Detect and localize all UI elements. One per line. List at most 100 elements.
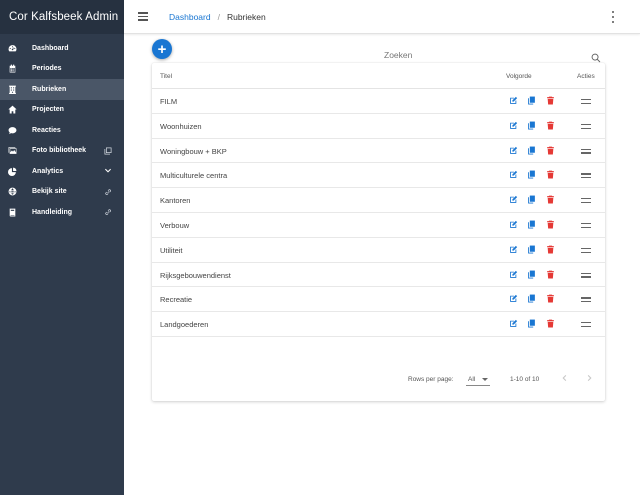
delete-icon[interactable] [546, 294, 555, 303]
chevron-left-icon[interactable] [560, 374, 568, 382]
delete-icon[interactable] [546, 195, 555, 204]
delete-icon[interactable] [546, 170, 555, 179]
building-icon [8, 85, 17, 94]
edit-icon[interactable] [509, 270, 518, 279]
copy-icon[interactable] [527, 170, 536, 179]
edit-icon[interactable] [509, 195, 518, 204]
edit-icon[interactable] [509, 146, 518, 155]
chevron-down-icon[interactable] [103, 167, 112, 176]
drag-handle-icon[interactable] [581, 173, 591, 179]
book-icon [8, 208, 17, 217]
search-input[interactable]: Zoeken [384, 50, 412, 60]
row-title: Kantoren [160, 196, 191, 206]
more-vert-icon[interactable] [611, 11, 615, 23]
edit-icon[interactable] [509, 170, 518, 179]
delete-icon[interactable] [546, 220, 555, 229]
delete-icon[interactable] [546, 245, 555, 254]
copy-icon[interactable] [527, 195, 536, 204]
edit-icon[interactable] [509, 96, 518, 105]
sidebar: Cor Kalfsbeek Admin Dashboard Periodes R… [0, 0, 124, 495]
drag-handle-icon[interactable] [581, 198, 591, 204]
drag-handle-icon[interactable] [581, 99, 591, 104]
drag-handle-icon[interactable] [581, 148, 591, 154]
plus-icon: + [157, 40, 167, 58]
sidebar-item-projecten[interactable]: Projecten [0, 100, 124, 121]
add-button[interactable]: + [152, 39, 172, 59]
rows-per-page-label: Rows per page: [408, 376, 454, 383]
copy-icon[interactable] [527, 220, 536, 229]
sidebar-item-rubrieken[interactable]: Rubrieken [0, 79, 124, 100]
dashboard-icon [8, 44, 17, 53]
drag-handle-icon[interactable] [581, 322, 591, 328]
column-header-order: Volgorde [506, 73, 532, 80]
table-row: Utiliteit [152, 238, 605, 263]
column-header-title[interactable]: Titel [160, 73, 172, 80]
sidebar-item-label: Reacties [32, 126, 61, 134]
breadcrumb-current: Rubrieken [226, 11, 266, 22]
copy-icon[interactable] [527, 319, 536, 328]
globe-icon [8, 187, 17, 196]
row-title: Landgoederen [160, 320, 209, 330]
search-icon[interactable] [591, 50, 601, 63]
sidebar-item-reacties[interactable]: Reacties [0, 120, 124, 141]
edit-icon[interactable] [509, 294, 518, 303]
row-title: Woonhuizen [160, 121, 202, 131]
sidebar-nav: Dashboard Periodes Rubrieken Projecten R… [0, 34, 124, 223]
home-icon [8, 105, 17, 114]
drag-handle-icon[interactable] [581, 123, 591, 129]
external-window-icon [103, 146, 112, 155]
drag-handle-icon[interactable] [581, 297, 591, 303]
edit-icon[interactable] [509, 220, 518, 229]
copy-icon[interactable] [527, 121, 536, 130]
copy-icon[interactable] [527, 245, 536, 254]
edit-icon[interactable] [509, 319, 518, 328]
sidebar-item-label: Handleiding [32, 208, 73, 216]
drag-handle-icon[interactable] [581, 247, 591, 253]
copy-icon[interactable] [527, 270, 536, 279]
hamburger-menu-icon[interactable] [138, 10, 152, 24]
table-header: Titel Volgorde Acties [152, 63, 605, 89]
table-row: Recreatie [152, 287, 605, 313]
delete-icon[interactable] [546, 319, 555, 328]
sidebar-item-label: Bekijk site [32, 188, 67, 196]
sidebar-item-foto-bibliotheek[interactable]: Foto bibliotheek [0, 141, 124, 162]
table-row: Kantoren [152, 188, 605, 213]
rubrieken-table: Titel Volgorde Acties FILM Woonhuizen Woni… [152, 63, 605, 401]
table-row: Rijksgebouwendienst [152, 263, 605, 288]
sidebar-item-handleiding[interactable]: Handleiding [0, 202, 124, 223]
main-content: + Zoeken Titel Volgorde Acties FILM Woonh… [124, 35, 640, 495]
sidebar-item-periodes[interactable]: Periodes [0, 59, 124, 80]
drag-handle-icon[interactable] [581, 223, 591, 228]
row-title: FILM [160, 97, 178, 106]
pagination-range: 1-10 of 10 [510, 376, 540, 383]
sidebar-item-dashboard[interactable]: Dashboard [0, 38, 124, 59]
row-title: Woningbouw + BKP [160, 146, 227, 156]
copy-icon[interactable] [527, 146, 536, 155]
sidebar-item-label: Projecten [32, 106, 64, 114]
sidebar-item-bekijk-site[interactable]: Bekijk site [0, 182, 124, 203]
table-row: Woonhuizen [152, 114, 605, 139]
breadcrumb: Dashboard / Rubrieken [169, 12, 266, 22]
delete-icon[interactable] [546, 270, 555, 279]
row-title: Utiliteit [160, 245, 183, 255]
row-title: Verbouw [160, 221, 190, 230]
table-row: Woningbouw + BKP [152, 139, 605, 164]
sidebar-item-label: Rubrieken [32, 85, 67, 93]
link-icon [103, 208, 112, 217]
copy-icon[interactable] [527, 294, 536, 303]
breadcrumb-link-dashboard[interactable]: Dashboard [169, 12, 211, 22]
edit-icon[interactable] [509, 245, 518, 254]
delete-icon[interactable] [546, 146, 555, 155]
sidebar-item-analytics[interactable]: Analytics [0, 161, 124, 182]
images-icon [8, 146, 17, 155]
row-title: Multiculturele centra [160, 171, 228, 181]
delete-icon[interactable] [546, 121, 555, 130]
column-header-actions: Acties [577, 73, 595, 80]
caret-down-icon [482, 378, 488, 381]
copy-icon[interactable] [527, 96, 536, 105]
rows-per-page-select[interactable]: All [466, 373, 490, 386]
drag-handle-icon[interactable] [581, 272, 591, 278]
chevron-right-icon[interactable] [586, 374, 594, 382]
delete-icon[interactable] [546, 96, 555, 105]
edit-icon[interactable] [509, 121, 518, 130]
